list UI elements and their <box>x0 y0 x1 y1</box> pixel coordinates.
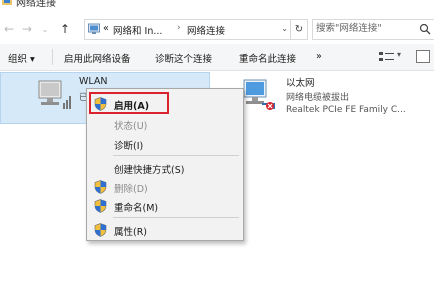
title-bar: 网络连接 <box>0 0 434 14</box>
menu-item-properties[interactable]: 属性(R) <box>87 221 243 239</box>
adapter-name: 以太网 <box>286 78 315 89</box>
search-input[interactable] <box>313 20 416 37</box>
highlight-box <box>89 92 169 114</box>
more-commands-button[interactable]: » <box>316 51 322 62</box>
preview-pane-icon[interactable] <box>416 50 430 63</box>
search-box[interactable] <box>312 19 434 40</box>
menu-item-diagnose[interactable]: 诊断(I) <box>87 135 243 153</box>
adapter-status: 网络电缆被拔出 <box>286 93 350 103</box>
address-row: ← → ⌄ ↑ « 网络和 In... › 网络连接 ⌄ ↻ <box>0 14 434 44</box>
uac-shield-icon <box>94 223 107 237</box>
address-dropdown[interactable]: ⌄ <box>281 24 288 33</box>
menu-item-delete[interactable]: 删除(D) <box>87 178 243 196</box>
menu-separator <box>113 217 239 218</box>
menu-separator <box>113 155 239 156</box>
menu-item-rename[interactable]: 重命名(M) <box>87 197 243 215</box>
menu-item-label: 重命名(M) <box>114 203 159 214</box>
search-icon[interactable] <box>419 23 431 35</box>
address-bar[interactable]: « 网络和 In... › 网络连接 ⌄ ↻ <box>84 19 308 40</box>
network-folder-icon <box>2 0 12 5</box>
view-options-dropdown[interactable]: ▾ <box>397 50 401 59</box>
menu-item-label: 删除(D) <box>114 184 148 195</box>
wireless-adapter-icon <box>38 80 71 109</box>
adapter-name: WLAN <box>79 76 108 87</box>
window-title: 网络连接 <box>16 0 56 9</box>
breadcrumb-overflow[interactable]: « <box>103 23 109 34</box>
rename-connection-button[interactable]: 重命名此连接 <box>239 51 296 65</box>
context-menu: 启用(A) 状态(U) 诊断(I) 创建快捷方式(S) 删除(D) 重命名(M) <box>86 88 244 241</box>
up-arrow-icon[interactable]: ↑ <box>58 22 72 36</box>
uac-shield-icon <box>94 180 107 194</box>
menu-item-status[interactable]: 状态(U) <box>87 115 243 133</box>
diagnose-connection-button[interactable]: 诊断这个连接 <box>155 51 212 65</box>
menu-item-create-shortcut[interactable]: 创建快捷方式(S) <box>87 159 243 177</box>
menu-item-label: 诊断(I) <box>114 141 144 152</box>
organize-button[interactable]: 组织 ▾ <box>8 51 35 65</box>
breadcrumb-network-connections[interactable]: 网络连接 <box>187 23 225 37</box>
breadcrumb-network-internet[interactable]: 网络和 In... <box>113 23 162 37</box>
adapter-device: Realtek PCIe FE Family C... <box>286 105 406 115</box>
ethernet-adapter-icon <box>243 79 275 110</box>
enable-device-button[interactable]: 启用此网络设备 <box>64 51 131 65</box>
menu-item-label: 属性(R) <box>114 227 148 238</box>
command-bar: 组织 ▾ 启用此网络设备 诊断这个连接 重命名此连接 » ▾ <box>0 44 434 71</box>
toolbar-divider <box>52 49 53 65</box>
menu-item-label: 状态(U) <box>114 121 148 132</box>
uac-shield-icon <box>94 199 107 213</box>
back-arrow-icon[interactable]: ← <box>2 22 16 36</box>
recent-locations-dropdown[interactable]: ⌄ <box>38 22 52 36</box>
refresh-icon[interactable]: ↻ <box>290 20 307 39</box>
adapter-item-ethernet[interactable]: 以太网 网络电缆被拔出 Realtek PCIe FE Family C... <box>240 72 434 124</box>
forward-arrow-icon[interactable]: → <box>20 22 34 36</box>
menu-item-label: 创建快捷方式(S) <box>114 165 185 176</box>
view-options-icon[interactable] <box>378 50 396 64</box>
breadcrumb-separator[interactable]: › <box>177 23 181 33</box>
network-folder-icon <box>88 23 100 34</box>
